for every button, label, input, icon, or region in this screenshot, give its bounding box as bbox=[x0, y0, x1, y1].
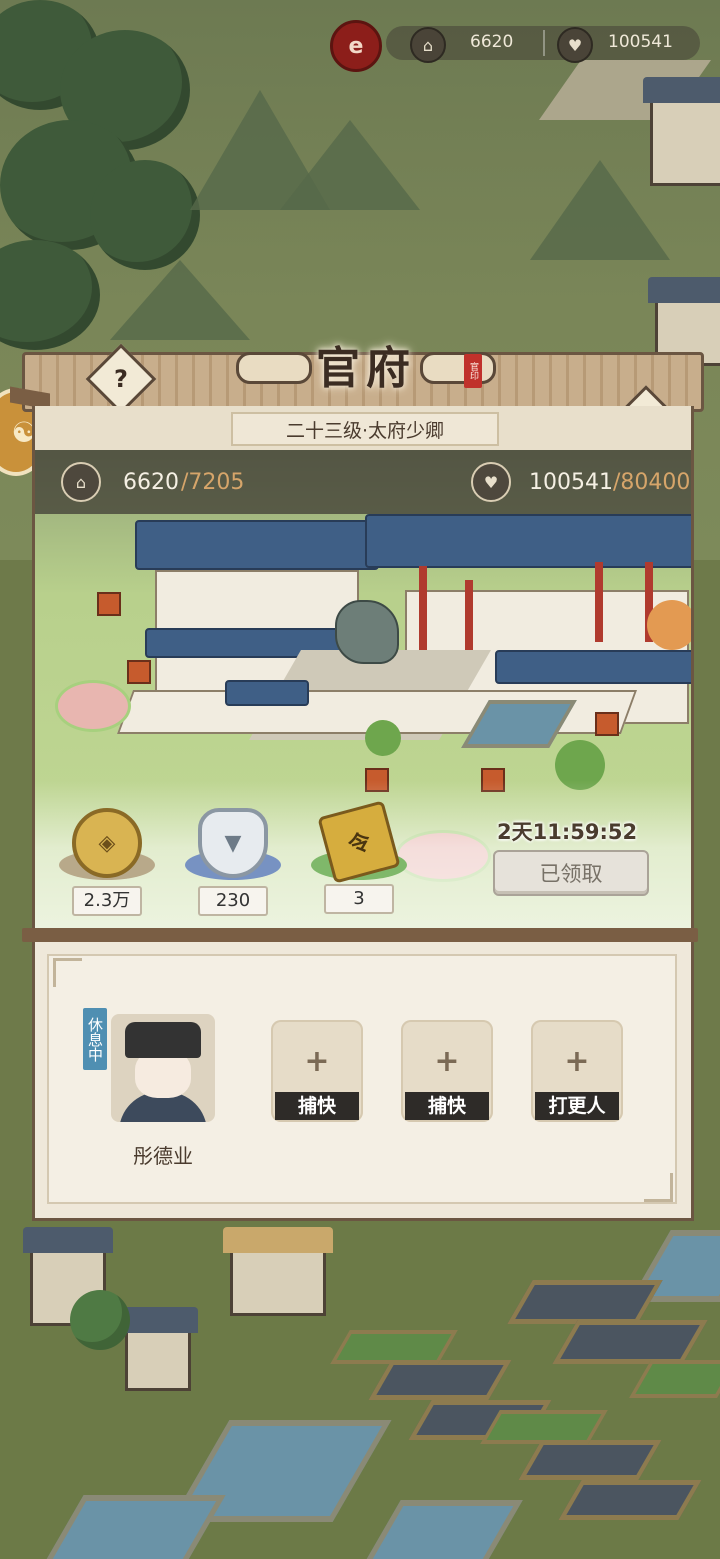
office-building-scene[interactable]: ⌂ 6620 /7205 ♥ 100541 /80400 ◈ 2.3万 ▼ 23… bbox=[32, 450, 694, 932]
rank-bar: 二十三级·太府少卿 bbox=[32, 406, 694, 450]
reward-item-silver[interactable]: ▼ 230 bbox=[185, 808, 281, 916]
cloud-ornament-icon bbox=[236, 352, 312, 384]
flower-bed bbox=[55, 680, 131, 732]
officer-name: 彤德业 bbox=[133, 1144, 193, 1168]
office-stats-strip: ⌂ 6620 /7205 ♥ 100541 /80400 bbox=[35, 450, 691, 514]
prosperity-current: 100541 bbox=[529, 470, 613, 495]
red-pillar bbox=[419, 566, 427, 656]
cloud-ornament-icon bbox=[420, 352, 496, 384]
population-max: /7205 bbox=[181, 470, 245, 495]
reward-count: 3 bbox=[324, 884, 394, 914]
prosperity-max: /80400 bbox=[613, 470, 691, 495]
mountain bbox=[530, 160, 670, 260]
population-house-icon: ⌂ bbox=[410, 27, 446, 63]
reward-item-coins[interactable]: ◈ 2.3万 bbox=[59, 808, 155, 916]
prosperity-heart-icon: ♥ bbox=[471, 462, 511, 502]
farm-field[interactable] bbox=[368, 1360, 512, 1400]
staff-section: 休息中 彤德业 + 捕快 + 捕快 + 打更人 bbox=[32, 942, 694, 1221]
village-stall[interactable] bbox=[223, 1227, 333, 1316]
officer-portrait[interactable] bbox=[111, 1014, 215, 1122]
hud-population-value: 6620 bbox=[470, 32, 514, 52]
government-office-panel: 官府 官印 ? ⚒ 二十三级·太府少卿 ⌂ bbox=[10, 343, 704, 1222]
farm-field[interactable] bbox=[558, 1480, 702, 1520]
question-icon: ? bbox=[114, 365, 128, 393]
staff-slot-watchman[interactable]: + 打更人 bbox=[531, 1020, 623, 1122]
population-current: 6620 bbox=[123, 470, 179, 495]
corner-ornament bbox=[53, 958, 82, 987]
garden-rock bbox=[335, 600, 399, 664]
copper-coin-icon: ◈ bbox=[72, 808, 142, 878]
lantern bbox=[595, 712, 619, 736]
rank-title: 二十三级·太府少卿 bbox=[231, 412, 499, 446]
plus-icon: + bbox=[564, 1044, 590, 1079]
maple-tree bbox=[647, 600, 691, 650]
red-pillar bbox=[595, 562, 603, 642]
farm-field[interactable] bbox=[507, 1280, 663, 1324]
reward-item-token[interactable]: 令 3 bbox=[311, 800, 407, 914]
red-seal-stamp: 官印 bbox=[464, 354, 482, 388]
slot-label: 打更人 bbox=[535, 1092, 619, 1120]
claim-button[interactable]: 已领取 bbox=[493, 850, 649, 896]
side-hall-roof bbox=[365, 514, 691, 568]
population-house-icon: ⌂ bbox=[61, 462, 101, 502]
mountain bbox=[110, 260, 250, 340]
staff-slot-constable-2[interactable]: + 捕快 bbox=[401, 1020, 493, 1122]
gate-roof bbox=[225, 680, 309, 706]
reward-count: 2.3万 bbox=[72, 886, 142, 916]
reward-count: 230 bbox=[198, 886, 268, 916]
lantern bbox=[97, 592, 121, 616]
silver-ingot-icon: ▼ bbox=[198, 808, 268, 878]
tree bbox=[90, 160, 200, 270]
side-hall-lower-roof bbox=[495, 650, 691, 684]
official-hat-icon bbox=[125, 1022, 201, 1058]
plus-icon: + bbox=[434, 1044, 460, 1079]
village-house[interactable] bbox=[643, 77, 720, 186]
slot-label: 捕快 bbox=[405, 1092, 489, 1120]
main-hall-roof bbox=[135, 520, 379, 570]
bush bbox=[365, 720, 401, 756]
crop-field[interactable] bbox=[480, 1410, 608, 1444]
hud-prosperity-value: 100541 bbox=[608, 32, 673, 52]
farm-field[interactable] bbox=[518, 1440, 662, 1480]
panel-divider bbox=[22, 928, 698, 942]
prosperity-heart-icon: ♥ bbox=[557, 27, 593, 63]
crop-field[interactable] bbox=[330, 1330, 458, 1364]
reward-timer: 2天11:59:52 bbox=[497, 820, 638, 844]
tree bbox=[70, 1290, 130, 1350]
hud-divider bbox=[543, 30, 545, 56]
event-badge[interactable]: e bbox=[330, 20, 382, 72]
plus-icon: + bbox=[304, 1044, 330, 1079]
staff-slot-constable-1[interactable]: + 捕快 bbox=[271, 1020, 363, 1122]
page-title: 官府 bbox=[316, 343, 416, 394]
lantern bbox=[127, 660, 151, 684]
mountain bbox=[280, 120, 420, 210]
village-stall[interactable] bbox=[118, 1307, 198, 1391]
event-badge-label: e bbox=[348, 33, 364, 59]
status-badge: 休息中 bbox=[83, 1008, 107, 1070]
slot-label: 捕快 bbox=[275, 1092, 359, 1120]
corner-ornament bbox=[644, 1173, 673, 1202]
panel-title-plaque: 官府 bbox=[236, 324, 496, 404]
farm-field[interactable] bbox=[552, 1320, 708, 1364]
